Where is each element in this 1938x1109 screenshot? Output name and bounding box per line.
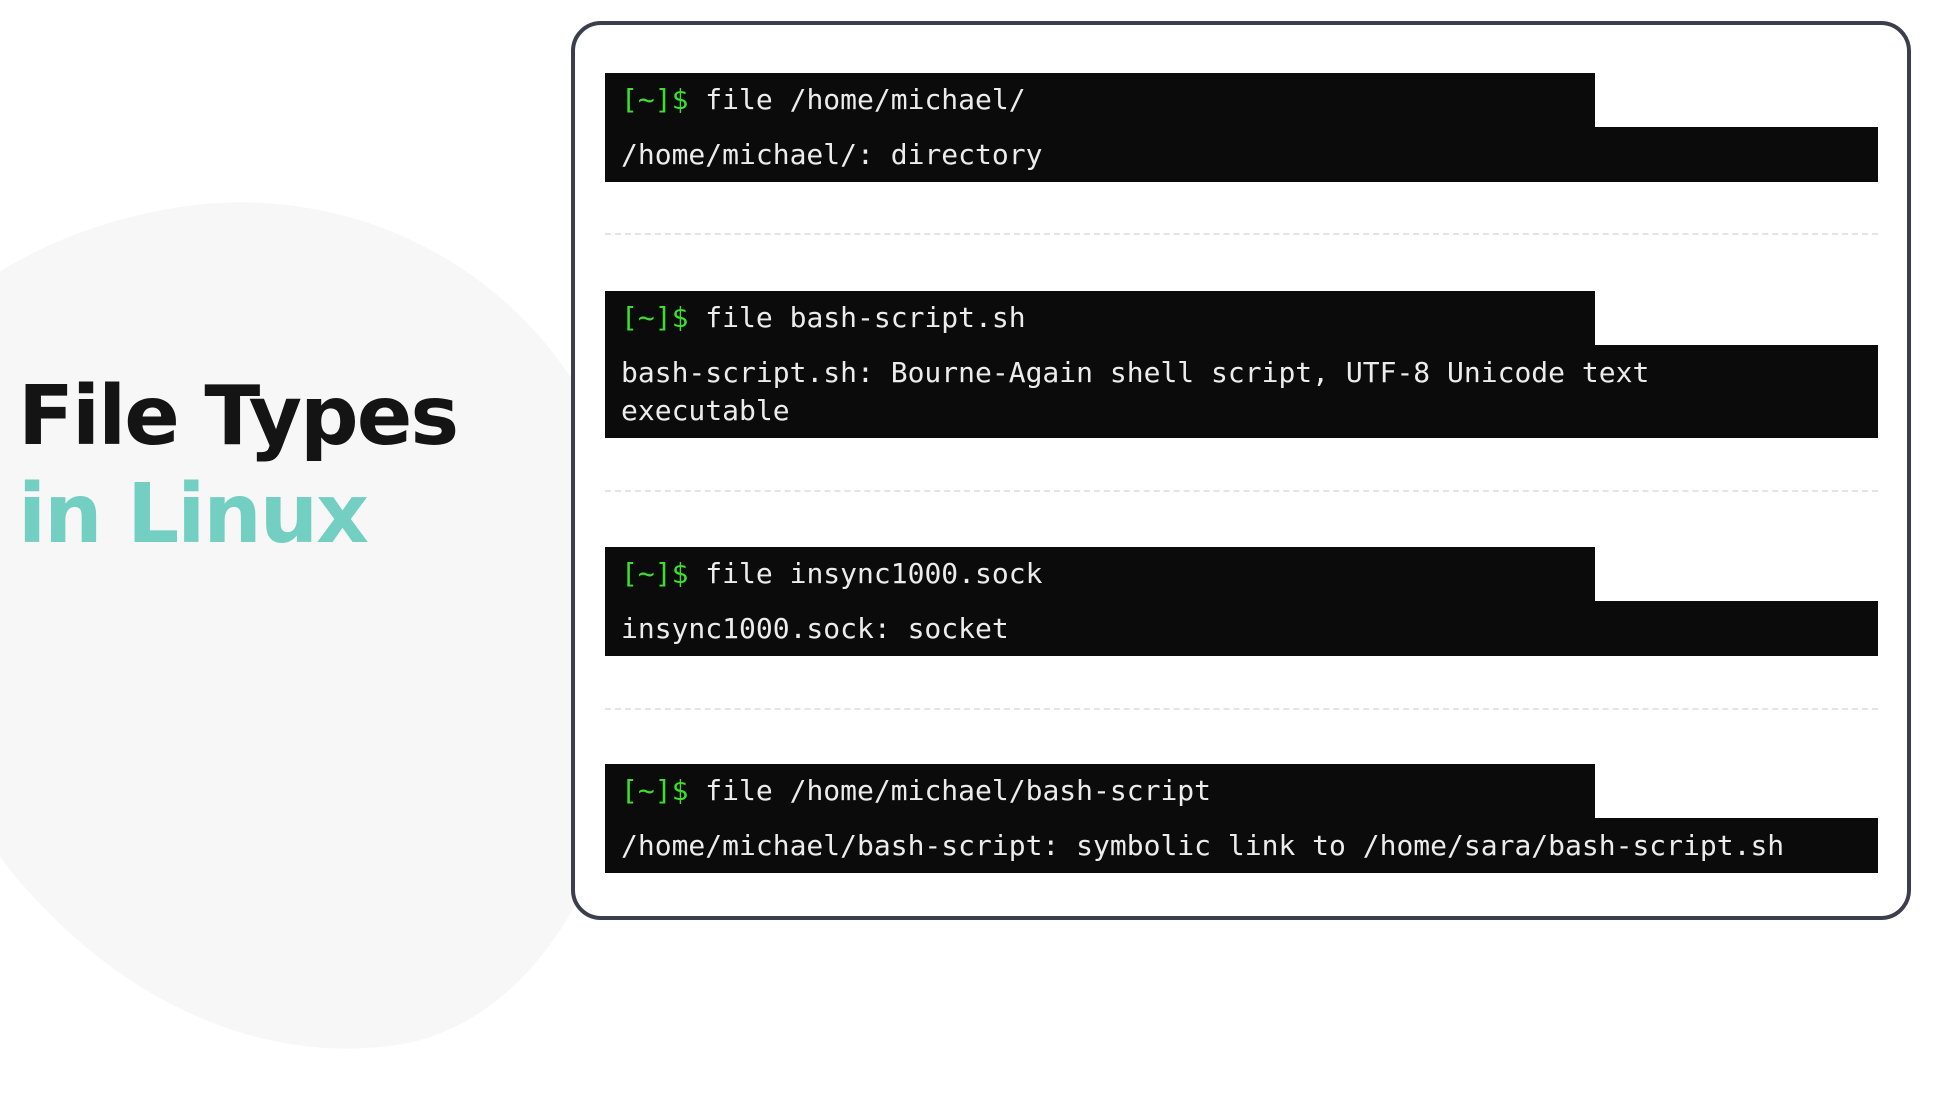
- command-text: file bash-script.sh: [705, 301, 1026, 334]
- command-output: /home/michael/: directory: [605, 127, 1878, 182]
- shell-prompt: [~]$: [621, 774, 689, 807]
- command-line: [~]$ file /home/michael/bash-script: [605, 764, 1595, 818]
- title-line-1: File Types: [18, 369, 459, 464]
- command-output: bash-script.sh: Bourne-Again shell scrip…: [605, 345, 1878, 438]
- shell-prompt: [~]$: [621, 83, 689, 116]
- divider: [605, 490, 1878, 492]
- title-line-2: in Linux: [18, 467, 369, 562]
- terminal-block: [~]$ file bash-script.sh bash-script.sh:…: [605, 291, 1878, 438]
- shell-prompt: [~]$: [621, 301, 689, 334]
- page-title: File Types in Linux: [18, 368, 459, 564]
- command-text: file insync1000.sock: [705, 557, 1043, 590]
- command-text: file /home/michael/: [705, 83, 1026, 116]
- terminal-block: [~]$ file /home/michael/bash-script /hom…: [605, 764, 1878, 873]
- command-line: [~]$ file /home/michael/: [605, 73, 1595, 127]
- command-text: file /home/michael/bash-script: [705, 774, 1212, 807]
- command-line: [~]$ file insync1000.sock: [605, 547, 1595, 601]
- terminal-block: [~]$ file insync1000.sock insync1000.soc…: [605, 547, 1878, 656]
- command-output: insync1000.sock: socket: [605, 601, 1878, 656]
- terminal-block: [~]$ file /home/michael/ /home/michael/:…: [605, 73, 1878, 182]
- command-output: /home/michael/bash-script: symbolic link…: [605, 818, 1878, 873]
- command-line: [~]$ file bash-script.sh: [605, 291, 1595, 345]
- divider: [605, 233, 1878, 235]
- divider: [605, 708, 1878, 710]
- shell-prompt: [~]$: [621, 557, 689, 590]
